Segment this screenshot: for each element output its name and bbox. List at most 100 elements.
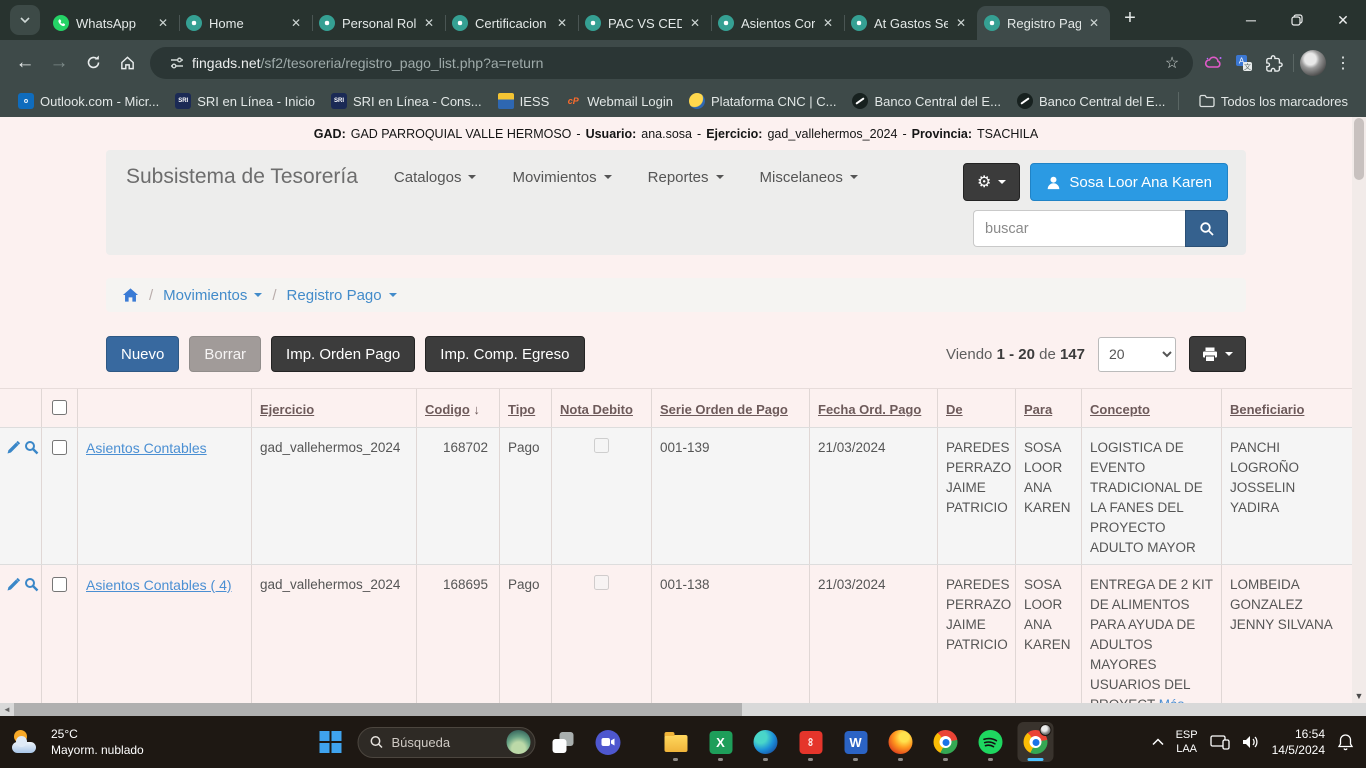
asientos-contables-link[interactable]: Asientos Contables ( 4) bbox=[86, 577, 232, 593]
search-highlight-image[interactable] bbox=[507, 730, 531, 754]
firefox-button[interactable] bbox=[883, 722, 919, 762]
vertical-scrollbar[interactable]: ▼ bbox=[1352, 117, 1366, 703]
new-tab-button[interactable]: + bbox=[1116, 4, 1144, 32]
word-button[interactable]: W bbox=[838, 722, 874, 762]
header-serie[interactable]: Serie Orden de Pago bbox=[652, 389, 810, 427]
breadcrumb-registro-pago[interactable]: Registro Pago bbox=[287, 287, 397, 304]
profile-avatar[interactable] bbox=[1298, 48, 1328, 78]
forward-button[interactable]: → bbox=[42, 46, 76, 80]
view-icon[interactable] bbox=[24, 440, 39, 455]
minimize-button[interactable]: ─ bbox=[1228, 0, 1274, 40]
print-button[interactable] bbox=[1189, 336, 1246, 372]
hidden-icons-chevron[interactable] bbox=[1152, 738, 1164, 746]
weather-extension-icon[interactable] bbox=[1199, 48, 1229, 78]
select-all-checkbox[interactable] bbox=[52, 400, 67, 415]
header-de[interactable]: De bbox=[938, 389, 1016, 427]
taskbar-search-box[interactable]: Búsqueda bbox=[358, 727, 536, 758]
menu-miscelaneos[interactable]: Miscelaneos bbox=[760, 169, 858, 186]
tab-registro-pago-active[interactable]: Registro Pag ✕ bbox=[977, 6, 1110, 40]
scroll-left-arrow[interactable]: ◄ bbox=[0, 705, 14, 714]
browser-menu-icon[interactable]: ⋮ bbox=[1328, 48, 1358, 78]
bookmark-webmail[interactable]: cPWebmail Login bbox=[557, 90, 681, 112]
close-icon[interactable]: ✕ bbox=[1085, 14, 1103, 32]
reload-button[interactable] bbox=[76, 46, 110, 80]
chat-button[interactable] bbox=[590, 722, 626, 762]
tab-pac-vs-cedu[interactable]: PAC VS CEDU ✕ bbox=[578, 6, 711, 40]
excel-button[interactable]: X bbox=[703, 722, 739, 762]
breadcrumb-movimientos[interactable]: Movimientos bbox=[163, 287, 262, 304]
tab-personal-rol[interactable]: Personal Rol ✕ bbox=[312, 6, 445, 40]
edge-button[interactable] bbox=[748, 722, 784, 762]
all-bookmarks-button[interactable]: Todos los marcadores bbox=[1191, 91, 1356, 112]
bookmark-cnc[interactable]: Plataforma CNC | C... bbox=[681, 90, 844, 112]
bookmark-star-icon[interactable]: ☆ bbox=[1157, 48, 1187, 78]
translate-icon[interactable]: A文 bbox=[1229, 48, 1259, 78]
nuevo-button[interactable]: Nuevo bbox=[106, 336, 179, 372]
close-icon[interactable]: ✕ bbox=[287, 14, 305, 32]
page-size-select[interactable]: 20 bbox=[1098, 337, 1176, 372]
cast-screen-icon[interactable] bbox=[1210, 734, 1230, 750]
menu-movimientos[interactable]: Movimientos bbox=[512, 169, 611, 186]
tab-home[interactable]: Home ✕ bbox=[179, 6, 312, 40]
row-checkbox[interactable] bbox=[52, 440, 67, 455]
header-ejercicio[interactable]: Ejercicio bbox=[252, 389, 417, 427]
row-checkbox[interactable] bbox=[52, 577, 67, 592]
tab-search-button[interactable] bbox=[10, 5, 40, 35]
header-codigo[interactable]: Codigo ↓ bbox=[417, 389, 500, 427]
close-icon[interactable]: ✕ bbox=[420, 14, 438, 32]
site-info-icon[interactable] bbox=[162, 48, 192, 78]
chrome-active-button[interactable] bbox=[1018, 722, 1054, 762]
acrobat-button[interactable]: ∞ bbox=[793, 722, 829, 762]
view-icon[interactable] bbox=[24, 577, 39, 592]
close-icon[interactable]: ✕ bbox=[686, 14, 704, 32]
tab-certificacion[interactable]: Certificacion ✕ bbox=[445, 6, 578, 40]
volume-icon[interactable] bbox=[1242, 734, 1260, 750]
taskbar-weather-widget[interactable]: 25°C Mayorm. nublado bbox=[12, 726, 144, 758]
close-icon[interactable]: ✕ bbox=[819, 14, 837, 32]
menu-catalogos[interactable]: Catalogos bbox=[394, 169, 477, 186]
horizontal-scrollbar[interactable]: ◄ bbox=[0, 703, 1366, 716]
bookmark-bce-2[interactable]: Banco Central del E... bbox=[1009, 90, 1173, 112]
tab-asientos-contables[interactable]: Asientos Cor ✕ bbox=[711, 6, 844, 40]
tab-at-gastos[interactable]: At Gastos Se ✕ bbox=[844, 6, 977, 40]
start-button[interactable] bbox=[313, 722, 349, 762]
notifications-bell-icon[interactable] bbox=[1337, 733, 1354, 751]
menu-reportes[interactable]: Reportes bbox=[648, 169, 724, 186]
home-button[interactable] bbox=[110, 46, 144, 80]
tab-whatsapp[interactable]: WhatsApp ✕ bbox=[46, 6, 179, 40]
file-explorer-button[interactable] bbox=[658, 722, 694, 762]
chrome-button[interactable] bbox=[928, 722, 964, 762]
close-icon[interactable]: ✕ bbox=[154, 14, 172, 32]
bookmark-outlook[interactable]: oOutlook.com - Micr... bbox=[10, 90, 167, 112]
language-indicator[interactable]: ESP LAA bbox=[1176, 728, 1198, 757]
back-button[interactable]: ← bbox=[8, 46, 42, 80]
spotify-button[interactable] bbox=[973, 722, 1009, 762]
search-input[interactable] bbox=[973, 210, 1185, 247]
header-nota-debito[interactable]: Nota Debito bbox=[552, 389, 652, 427]
scroll-down-arrow[interactable]: ▼ bbox=[1352, 691, 1366, 701]
bookmark-sri-consultas[interactable]: SRISRI en Línea - Cons... bbox=[323, 90, 490, 112]
imp-orden-pago-button[interactable]: Imp. Orden Pago bbox=[271, 336, 415, 372]
asientos-contables-link[interactable]: Asientos Contables bbox=[86, 440, 207, 456]
close-icon[interactable]: ✕ bbox=[553, 14, 571, 32]
extensions-puzzle-icon[interactable] bbox=[1259, 48, 1289, 78]
imp-comp-egreso-button[interactable]: Imp. Comp. Egreso bbox=[425, 336, 584, 372]
task-view-button[interactable] bbox=[545, 722, 581, 762]
settings-button[interactable]: ⚙ bbox=[963, 163, 1020, 201]
restore-button[interactable] bbox=[1274, 0, 1320, 40]
home-icon[interactable] bbox=[122, 287, 139, 303]
header-concepto[interactable]: Concepto bbox=[1082, 389, 1222, 427]
borrar-button[interactable]: Borrar bbox=[189, 336, 261, 372]
user-button[interactable]: Sosa Loor Ana Karen bbox=[1030, 163, 1228, 201]
header-beneficiario[interactable]: Beneficiario bbox=[1222, 389, 1352, 427]
search-button[interactable] bbox=[1185, 210, 1228, 247]
horizontal-scrollbar-thumb[interactable] bbox=[14, 703, 742, 716]
edit-icon[interactable] bbox=[6, 440, 21, 455]
header-tipo[interactable]: Tipo bbox=[500, 389, 552, 427]
url-bar[interactable]: fingads.net/sf2/tesoreria/registro_pago_… bbox=[150, 47, 1193, 79]
clock-widget[interactable]: 16:54 14/5/2024 bbox=[1272, 726, 1325, 758]
edit-icon[interactable] bbox=[6, 577, 21, 592]
close-icon[interactable]: ✕ bbox=[952, 14, 970, 32]
header-para[interactable]: Para bbox=[1016, 389, 1082, 427]
close-window-button[interactable]: ✕ bbox=[1320, 0, 1366, 40]
